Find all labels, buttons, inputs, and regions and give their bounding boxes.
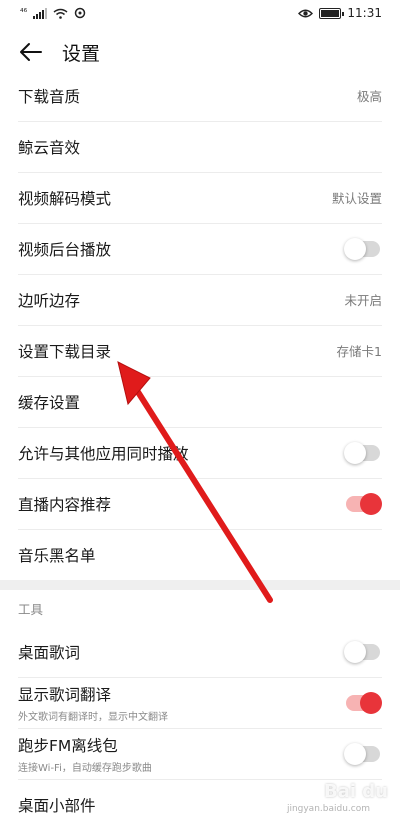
sync-icon xyxy=(74,7,86,19)
setting-label: 缓存设置 xyxy=(18,393,81,412)
setting-label: 设置下载目录 xyxy=(18,342,112,361)
settings-list: 下载音质 极高 鲸云音效 视频解码模式 默认设置 视频后台播放 边听边存 未开启… xyxy=(0,70,400,816)
setting-allow-concurrent-play: 允许与其他应用同时播放 xyxy=(0,427,400,478)
concurrent-play-toggle[interactable] xyxy=(344,441,380,464)
setting-video-background-play: 视频后台播放 xyxy=(0,223,400,274)
running-fm-toggle[interactable] xyxy=(344,742,380,765)
setting-desktop-lyrics: 桌面歌词 xyxy=(0,626,400,677)
baidu-watermark: Bai du xyxy=(324,781,388,802)
status-left: ⁴⁶ xyxy=(20,7,86,19)
setting-label: 跑步FM离线包 xyxy=(18,736,118,755)
setting-label: 边听边存 xyxy=(18,291,81,310)
setting-value: 存储卡1 xyxy=(336,344,382,359)
live-recommend-toggle[interactable] xyxy=(346,492,382,515)
setting-label: 下载音质 xyxy=(18,87,81,106)
watermark-text: Bai du xyxy=(323,781,388,802)
setting-music-blacklist[interactable]: 音乐黑名单 xyxy=(0,529,400,580)
setting-subtitle: 外文歌词有翻译时，显示中文翻译 xyxy=(18,711,168,723)
arrow-left-icon xyxy=(20,43,42,61)
setting-lyric-translation: 显示歌词翻译 外文歌词有翻译时，显示中文翻译 xyxy=(0,677,400,728)
setting-texts: 显示歌词翻译 外文歌词有翻译时，显示中文翻译 xyxy=(18,683,168,723)
signal-strength-text: ⁴⁶ xyxy=(20,8,28,18)
setting-listen-and-save[interactable]: 边听边存 未开启 xyxy=(0,274,400,325)
setting-label: 桌面歌词 xyxy=(18,643,81,662)
setting-label: 显示歌词翻译 xyxy=(18,685,112,704)
section-divider xyxy=(0,580,400,590)
setting-value: 极高 xyxy=(356,89,382,104)
setting-subtitle: 连接Wi-Fi，自动缓存跑步歌曲 xyxy=(18,762,152,774)
setting-cache[interactable]: 缓存设置 xyxy=(0,376,400,427)
setting-label: 鲸云音效 xyxy=(18,138,81,157)
desktop-lyrics-toggle[interactable] xyxy=(344,640,380,663)
setting-audio-effect[interactable]: 鲸云音效 xyxy=(0,121,400,172)
status-right: 11:31 xyxy=(298,6,382,20)
setting-value: 未开启 xyxy=(344,293,382,308)
setting-texts: 跑步FM离线包 连接Wi-Fi，自动缓存跑步歌曲 xyxy=(18,734,152,774)
status-bar: ⁴⁶ 11:31 xyxy=(0,0,400,26)
setting-label: 桌面小部件 xyxy=(18,796,96,815)
back-button[interactable] xyxy=(18,39,44,65)
signal-icon xyxy=(33,7,48,19)
lyric-translation-toggle[interactable] xyxy=(346,691,382,714)
setting-label: 直播内容推荐 xyxy=(18,495,112,514)
setting-label: 视频解码模式 xyxy=(18,189,112,208)
page-title: 设置 xyxy=(62,42,101,65)
setting-label: 音乐黑名单 xyxy=(18,546,96,565)
setting-value: 默认设置 xyxy=(331,191,382,206)
setting-download-directory[interactable]: 设置下载目录 存储卡1 xyxy=(0,325,400,376)
eye-icon xyxy=(298,9,314,17)
setting-download-quality[interactable]: 下载音质 极高 xyxy=(0,70,400,121)
battery-icon xyxy=(319,7,345,19)
wifi-icon xyxy=(53,8,68,19)
setting-label: 允许与其他应用同时播放 xyxy=(18,444,189,463)
video-background-toggle[interactable] xyxy=(344,237,380,260)
setting-live-recommend: 直播内容推荐 xyxy=(0,478,400,529)
section-header-tools: 工具 xyxy=(18,601,44,617)
setting-video-decode-mode[interactable]: 视频解码模式 默认设置 xyxy=(0,172,400,223)
watermark-subtext: jingyan.baidu.com xyxy=(286,804,370,814)
setting-label: 视频后台播放 xyxy=(18,240,112,259)
clock: 11:31 xyxy=(347,6,382,20)
setting-running-fm-offline: 跑步FM离线包 连接Wi-Fi，自动缓存跑步歌曲 xyxy=(0,728,400,779)
